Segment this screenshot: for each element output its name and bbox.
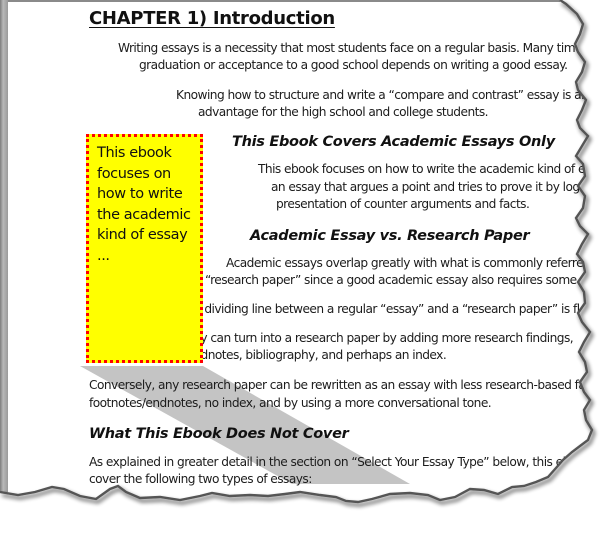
section-heading: What This Ebook Does Not Cover — [89, 426, 349, 442]
chapter-title: CHAPTER 1) Introduction — [89, 8, 335, 29]
intro-line: Knowing how to structure and write a “co… — [176, 88, 600, 102]
body-line: footnotes/endnotes, no index, and by usi… — [89, 396, 492, 410]
callout-line: focuses on — [97, 165, 171, 182]
section-heading: This Ebook Covers Academic Essays Only — [232, 134, 555, 150]
intro-line: advantage for the high school and colleg… — [198, 105, 489, 119]
callout-line: This ebook — [97, 145, 172, 161]
body-line: The dividing line between a regular “ess… — [180, 302, 600, 316]
section-heading: Academic Essay vs. Research Paper — [250, 228, 530, 244]
body-line: “research paper” since a good academic e… — [205, 273, 600, 287]
body-line: This ebook focuses on how to write the a… — [258, 162, 600, 176]
body-line: Any essay can turn into a research paper… — [150, 331, 574, 345]
callout-line: the academic — [97, 206, 191, 223]
callout-line: ... — [97, 247, 110, 264]
intro-line: graduation or acceptance to a good schoo… — [139, 58, 568, 72]
body-line: As explained in greater detail in the se… — [89, 455, 600, 469]
bullet-icon — [113, 508, 118, 513]
body-line: an essay that argues a point and tries t… — [271, 180, 599, 194]
callout-line: kind of essay — [97, 227, 188, 243]
body-line: presentation of counter arguments and fa… — [276, 197, 530, 211]
callout-box: This ebook focuses on how to write the a… — [86, 134, 203, 363]
body-line: cover the following two types of essays: — [89, 472, 312, 486]
intro-line: Writing essays is a necessity that most … — [118, 41, 600, 55]
bullet-item: Descriptive — [130, 502, 193, 516]
body-line: Academic essays overlap greatly with wha… — [226, 256, 600, 270]
body-line: Conversely, any research paper can be re… — [89, 378, 600, 392]
callout-line: how to write — [97, 186, 183, 202]
